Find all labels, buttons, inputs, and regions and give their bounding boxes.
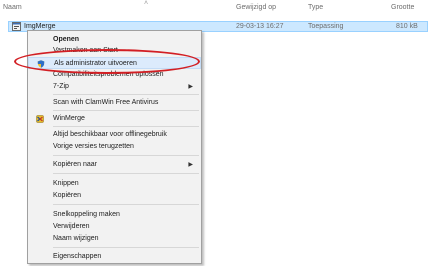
menu-separator bbox=[53, 173, 199, 174]
menu-item-label: Openen bbox=[53, 36, 80, 43]
menu-item-label: Verwijderen bbox=[53, 223, 90, 230]
menu-item-label: Scan with ClamWin Free Antivirus bbox=[53, 99, 159, 106]
menu-item-label: Snelkoppeling maken bbox=[53, 211, 120, 218]
sort-arrow-icon: ˄ bbox=[144, 0, 149, 7]
menu-item-copy[interactable]: Kopiëren bbox=[28, 190, 201, 202]
column-modified[interactable]: Gewijzigd op bbox=[236, 4, 276, 11]
menu-item-label: WinMerge bbox=[53, 115, 85, 122]
menu-separator bbox=[53, 110, 199, 111]
menu-item-label: Kopiëren naar bbox=[53, 161, 97, 168]
menu-item-label: Eigenschappen bbox=[53, 253, 102, 260]
column-name[interactable]: Naam bbox=[3, 4, 22, 11]
file-name[interactable]: ImgMerge bbox=[24, 23, 56, 30]
submenu-arrow-icon: ▶ bbox=[188, 162, 193, 168]
menu-item-label: 7-Zip bbox=[53, 83, 69, 90]
menu-item-cut[interactable]: Knippen bbox=[28, 178, 201, 190]
menu-separator bbox=[53, 155, 199, 156]
annotation-ellipse bbox=[14, 49, 200, 74]
menu-separator bbox=[53, 204, 199, 205]
menu-item-rename[interactable]: Naam wijzigen bbox=[28, 233, 201, 245]
winmerge-icon bbox=[36, 115, 44, 123]
menu-item-7zip[interactable]: 7-Zip ▶ bbox=[28, 81, 201, 93]
menu-item-delete[interactable]: Verwijderen bbox=[28, 221, 201, 233]
file-type: Toepassing bbox=[308, 23, 344, 30]
menu-item-prev-versions[interactable]: Vorige versies terugzetten bbox=[28, 141, 201, 153]
submenu-arrow-icon: ▶ bbox=[188, 84, 193, 90]
menu-item-winmerge[interactable]: WinMerge bbox=[28, 113, 201, 125]
menu-item-label: Knippen bbox=[53, 180, 79, 187]
application-icon bbox=[12, 22, 21, 31]
menu-separator bbox=[53, 247, 199, 248]
column-header: ˄ Naam Gewijzigd op Type Grootte bbox=[0, 0, 428, 16]
menu-item-label: Vorige versies terugzetten bbox=[53, 143, 134, 150]
column-type[interactable]: Type bbox=[308, 4, 323, 11]
menu-item-properties[interactable]: Eigenschappen bbox=[28, 251, 201, 263]
menu-separator bbox=[53, 126, 199, 127]
file-size: 810 kB bbox=[396, 23, 418, 30]
menu-item-copy-to[interactable]: Kopiëren naar ▶ bbox=[28, 159, 201, 171]
menu-item-clamwin[interactable]: Scan with ClamWin Free Antivirus bbox=[28, 97, 201, 109]
file-modified: 29-03-13 16:27 bbox=[236, 23, 284, 30]
column-size[interactable]: Grootte bbox=[391, 4, 414, 11]
menu-item-label: Altijd beschikbaar voor offlinegebruik bbox=[53, 131, 167, 138]
menu-item-offline[interactable]: Altijd beschikbaar voor offlinegebruik bbox=[28, 129, 201, 141]
menu-item-label: Kopiëren bbox=[53, 192, 82, 199]
menu-item-shortcut[interactable]: Snelkoppeling maken bbox=[28, 209, 201, 221]
menu-item-label: Naam wijzigen bbox=[53, 235, 99, 242]
menu-separator bbox=[53, 94, 199, 95]
